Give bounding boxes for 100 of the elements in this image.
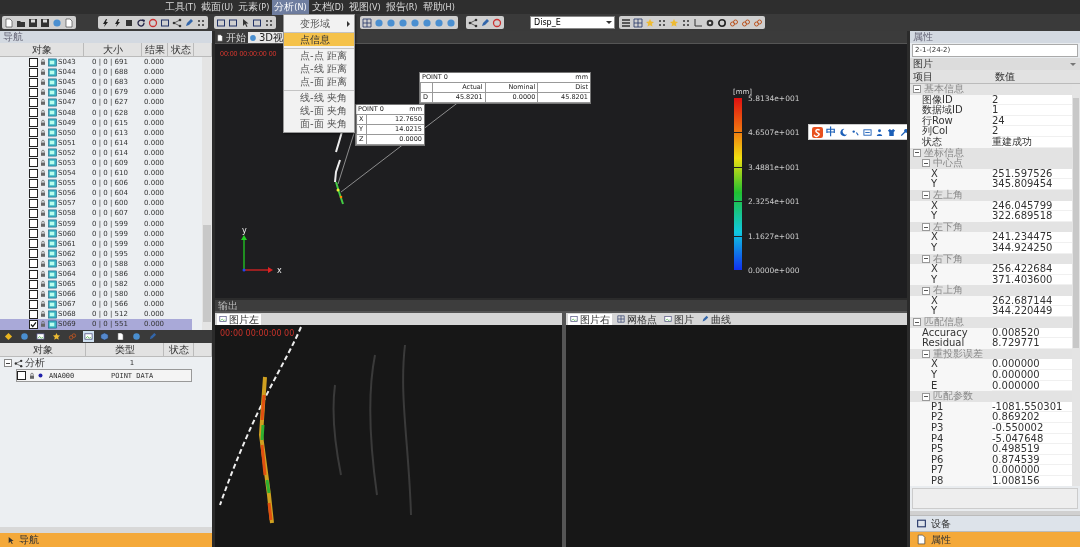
checkbox[interactable] [29, 269, 38, 279]
ime-mode[interactable]: 中 [826, 125, 836, 139]
checkbox[interactable] [29, 198, 38, 208]
checkbox[interactable] [29, 320, 38, 329]
collapse-toggle[interactable] [922, 223, 930, 231]
circle-icon[interactable] [492, 17, 502, 28]
menu-item[interactable]: 变形域 [284, 17, 354, 30]
checkbox[interactable] [29, 67, 38, 77]
checkbox[interactable] [29, 239, 38, 249]
save-icon[interactable] [28, 17, 38, 28]
panel-tab[interactable]: 设备 [910, 515, 1080, 531]
pane-tab[interactable]: 曲线 [699, 313, 733, 325]
lightning-icon[interactable] [112, 17, 122, 28]
collapse-toggle[interactable] [913, 318, 921, 327]
frame-icon[interactable] [252, 17, 262, 28]
refresh-icon[interactable] [136, 17, 146, 28]
display-combo[interactable]: Disp_E [530, 16, 615, 29]
checkbox[interactable] [29, 188, 38, 198]
pen-icon[interactable] [480, 17, 490, 28]
moon-icon[interactable] [839, 127, 848, 137]
star-icon[interactable] [669, 17, 679, 28]
pane-tab[interactable]: 图片 [662, 313, 696, 325]
link-icon[interactable] [741, 17, 751, 28]
checkbox[interactable] [29, 299, 38, 309]
checkbox[interactable] [29, 309, 38, 319]
link-icon[interactable] [753, 17, 763, 28]
node-icon[interactable] [468, 17, 478, 28]
panel-tab[interactable]: 属性 [910, 531, 1080, 547]
collapse-toggle[interactable] [922, 159, 930, 168]
menu-item[interactable]: 工具(T) [163, 0, 199, 15]
menu-item[interactable]: 点信息 [284, 32, 354, 46]
checkbox[interactable] [29, 87, 38, 97]
menu-item[interactable]: 截面(U) [199, 0, 236, 15]
panel-tab[interactable] [3, 331, 14, 342]
checkbox[interactable] [29, 77, 38, 87]
ring-icon[interactable] [717, 17, 727, 28]
punctuation-icon[interactable] [851, 127, 860, 137]
menu-item[interactable]: 点-点 距离 [284, 48, 354, 62]
checkbox[interactable] [29, 148, 38, 158]
checkbox[interactable] [29, 128, 38, 138]
view-tab[interactable]: 3D视 [248, 32, 285, 43]
dots-icon[interactable] [681, 17, 691, 28]
wrench-icon[interactable] [899, 127, 907, 137]
panel-tab[interactable] [51, 331, 62, 342]
checkbox[interactable] [29, 249, 38, 259]
lightning-icon[interactable] [100, 17, 110, 28]
page-icon[interactable] [64, 17, 74, 28]
checkbox[interactable] [29, 289, 38, 299]
dots-icon[interactable] [657, 17, 667, 28]
square-icon[interactable] [124, 17, 134, 28]
menu-item[interactable]: 面-面 夹角 [284, 117, 354, 130]
dots-icon[interactable] [264, 17, 274, 28]
pane-tab[interactable]: 图片右 [568, 313, 612, 325]
checkbox[interactable] [29, 158, 38, 168]
frame-icon[interactable] [160, 17, 170, 28]
collapse-toggle[interactable] [922, 286, 930, 295]
checkbox[interactable] [29, 219, 38, 229]
checkbox[interactable] [29, 108, 38, 117]
panel-tab[interactable] [115, 331, 126, 342]
collapse-toggle[interactable] [922, 392, 930, 401]
frame-icon[interactable] [228, 17, 238, 28]
star-icon[interactable] [645, 17, 655, 28]
menu-item[interactable]: 报告(R) [383, 0, 420, 15]
pane-tab[interactable]: 图片左 [217, 313, 261, 325]
checkbox[interactable] [29, 259, 38, 269]
collapse-toggle[interactable] [913, 148, 921, 157]
menu-item[interactable]: 文档(D) [309, 0, 346, 15]
category-dropdown[interactable]: 图片 [910, 58, 1080, 70]
menu-item[interactable]: 线-面 夹角 [284, 104, 354, 117]
frame-icon[interactable] [216, 17, 226, 28]
menu-item[interactable]: 点-线 距离 [284, 62, 354, 75]
collapse-toggle[interactable] [4, 359, 12, 367]
collapse-toggle[interactable] [922, 191, 930, 200]
shirt-icon[interactable] [887, 127, 896, 137]
checkbox[interactable] [29, 279, 38, 289]
menu-item[interactable]: 分析(N) [272, 0, 309, 15]
pen-icon[interactable] [184, 17, 194, 28]
checkbox[interactable] [29, 229, 38, 239]
menu-item[interactable]: 元素(P) [236, 0, 272, 15]
checkbox[interactable] [17, 371, 26, 380]
menu-item[interactable]: 视图(V) [346, 0, 383, 15]
menu-item[interactable]: 帮助(H) [420, 0, 457, 15]
checkbox[interactable] [29, 178, 38, 188]
pane-tab[interactable]: 网格点 [615, 313, 659, 325]
checkbox[interactable] [29, 138, 38, 148]
person-icon[interactable] [875, 127, 884, 137]
checkbox[interactable] [29, 208, 38, 218]
checkbox[interactable] [29, 57, 38, 67]
keyboard-icon[interactable] [863, 127, 872, 137]
node-icon[interactable] [172, 17, 182, 28]
checkbox[interactable] [29, 118, 38, 128]
bars-icon[interactable] [621, 17, 631, 28]
gear-icon[interactable] [705, 17, 715, 28]
collapse-toggle[interactable] [922, 350, 930, 359]
cursor-icon[interactable] [240, 17, 250, 28]
grid-icon[interactable] [633, 17, 643, 28]
checkbox[interactable] [29, 97, 38, 107]
menu-item[interactable]: 点-面 距离 [284, 75, 354, 88]
collapse-toggle[interactable] [913, 85, 921, 94]
panel-tab[interactable] [35, 331, 46, 342]
